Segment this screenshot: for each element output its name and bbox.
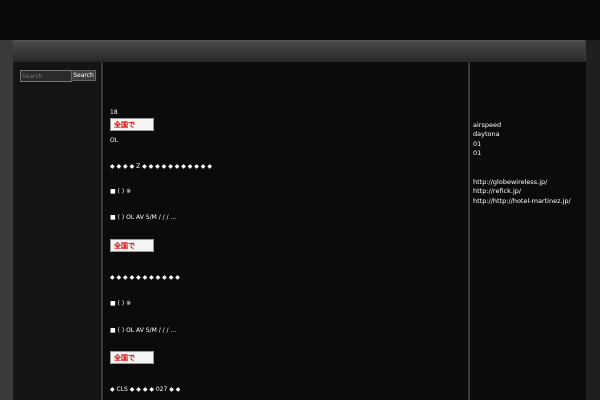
right-edge (586, 40, 600, 400)
search-input[interactable] (20, 70, 72, 82)
intro-line: 18 (110, 109, 118, 116)
banner-image[interactable]: 全国で (110, 239, 154, 252)
paragraph: ■ ( ) ※ (110, 300, 132, 307)
sidebar-link[interactable]: daytona (473, 130, 500, 139)
keyword-list: ◆ ◆ ◆ ◆ Z ◆ ◆ ◆ ◆ ◆ ◆ ◆ ◆ ◆ ◆ ◆ (110, 163, 212, 170)
banner-label: 全国で (114, 121, 135, 129)
paragraph: ■ ( ) ※ (110, 188, 132, 195)
banner-label: 全国で (114, 242, 135, 250)
sidebar-link[interactable]: http://http://hotel-martinez.jp/ (473, 197, 571, 206)
paragraph: ■ ( ) OL AV S/M / / / ... (110, 214, 177, 221)
search-button[interactable]: Search (71, 70, 96, 81)
sidebar-link[interactable]: http://globewireless.jp/ (473, 178, 547, 187)
keyword-list: ◆ CLS ◆ ◆ ◆ ◆ 027 ◆ ◆ (110, 386, 181, 393)
banner-image[interactable]: 全国で (110, 118, 154, 131)
sidebar-link[interactable]: airspeed (473, 121, 501, 130)
site-header (0, 0, 600, 40)
sidebar-link[interactable]: 01 (473, 140, 481, 149)
banner-image[interactable]: 全国で (110, 351, 154, 364)
nav-bar (13, 40, 585, 63)
description: OL (110, 137, 119, 144)
left-sidebar (13, 62, 101, 400)
paragraph: ■ ( ) OL AV S/M / / / ... (110, 327, 177, 334)
main-content: 18 全国で OL ◆ ◆ ◆ ◆ Z ◆ ◆ ◆ ◆ ◆ ◆ ◆ ◆ ◆ ◆ … (103, 62, 468, 400)
sidebar-link[interactable]: 01 (473, 149, 481, 158)
sidebar-link[interactable]: http://refick.jp/ (473, 187, 521, 196)
right-sidebar (470, 62, 586, 400)
keyword-list: ◆ ◆ ◆ ◆ ◆ ◆ ◆ ◆ ◆ ◆ ◆ (110, 274, 180, 281)
banner-label: 全国で (114, 354, 135, 362)
